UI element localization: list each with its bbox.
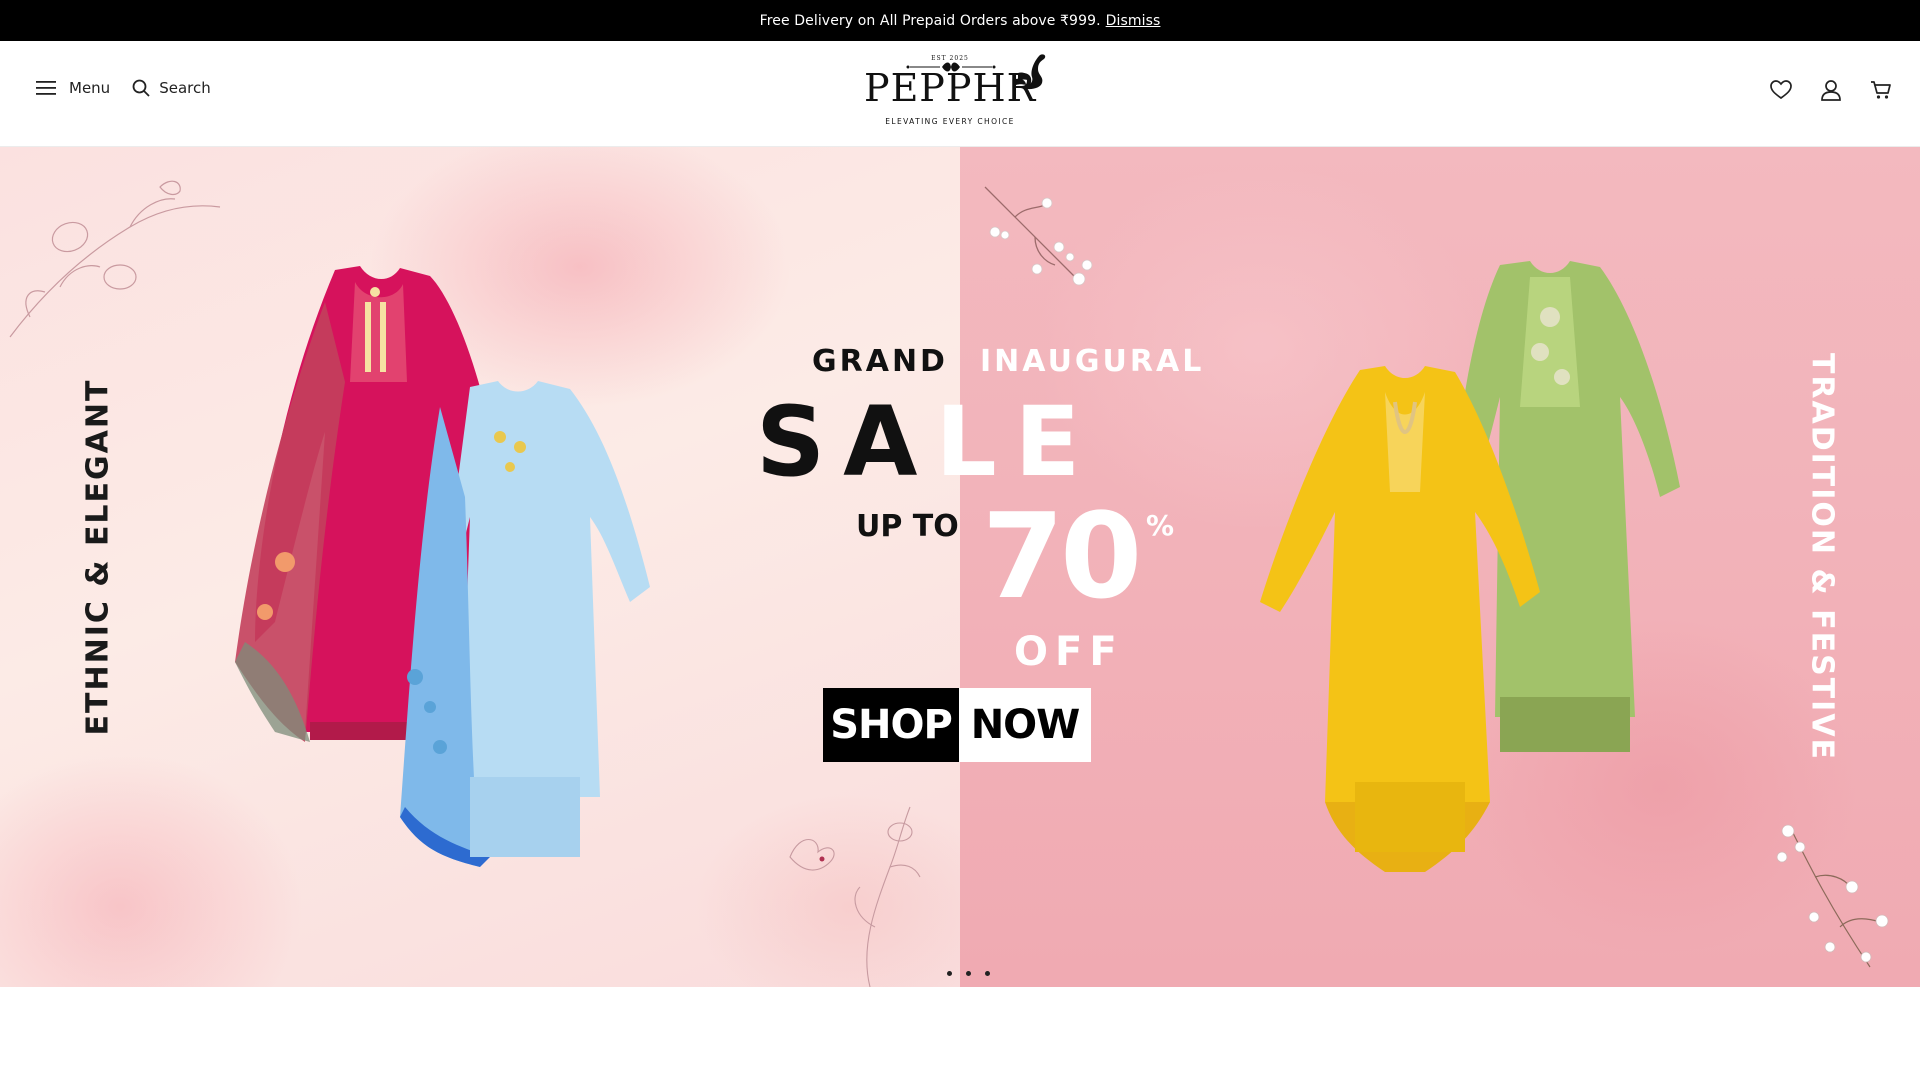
logo-brand: PEPPHR [864,66,1037,110]
dismiss-link[interactable]: Dismiss [1106,13,1161,29]
promo-inaugural: INAUGURAL [980,344,1205,379]
search-button[interactable]: Search [132,79,211,97]
promo-grand: GRAND [812,344,948,379]
heart-icon[interactable] [1770,80,1792,100]
search-label: Search [159,79,211,97]
promo-up-to: UP TO [856,509,959,544]
swan-icon [1016,54,1046,90]
promo-sale: SALE [756,387,1098,497]
promo-sale-dark: SA [756,386,936,498]
user-icon[interactable] [1820,79,1842,101]
carousel-dot[interactable] [985,971,990,976]
promo-off: OFF [1014,629,1124,675]
dress-yellow-image [1260,366,1540,872]
blossom-illustration [984,186,1093,286]
logo-tagline: ELEVATING EVERY CHOICE [885,117,1015,126]
carousel-dot[interactable] [966,971,971,976]
carousel-dots [940,971,997,976]
dress-blue-image [400,381,650,867]
hero-side-text-left: ETHNIC & ELEGANT [80,378,116,736]
corner-blossom-illustration [1776,824,1889,968]
shop-now-button[interactable]: SHOP NOW [823,688,1091,762]
menu-button[interactable]: Menu [36,79,110,97]
promo-percent-value: 70 [982,487,1142,625]
promo-percent-sign: % [1146,509,1175,542]
butterfly-floral-illustration [789,806,921,987]
announcement-text: Free Delivery on All Prepaid Orders abov… [759,12,1101,29]
floral-illustration [9,180,221,338]
shop-label: SHOP [823,688,959,762]
logo-est: EST 2025 [931,55,969,62]
promo-sale-light: LE [935,386,1099,498]
brand-logo[interactable]: EST 2025 PEPPHR ELEVATING EVERY CHOICE [864,51,1060,135]
announcement-bar: Free Delivery on All Prepaid Orders abov… [0,0,1920,41]
cart-icon[interactable] [1870,80,1892,100]
site-header: Menu Search EST 2025 PEPPHR ELEVATING EV… [0,41,1920,147]
search-icon [132,79,150,97]
hero-banner[interactable]: ETHNIC & ELEGANT TRADITION & FESTIVE GRA… [0,147,1920,987]
hero-side-text-right: TRADITION & FESTIVE [1804,352,1840,762]
now-label: NOW [959,688,1091,762]
menu-label: Menu [69,79,111,97]
hamburger-icon [36,81,56,95]
carousel-dot[interactable] [947,971,952,976]
